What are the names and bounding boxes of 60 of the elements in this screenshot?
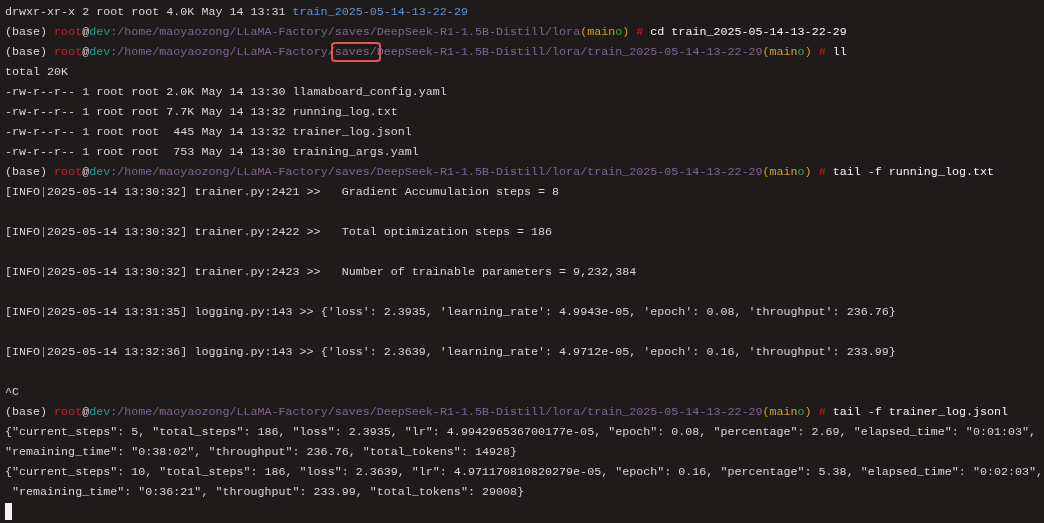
command-text: ll [832,45,847,59]
branch-status-mark: o [797,165,805,179]
output-line: total 20K [5,65,69,79]
output-line: [INFO|2025-05-14 13:30:32] trainer.py:2423 >> Number of trainable parameters = 9,232,384 [5,265,637,279]
output-line: drwxr-xr-x 2 root root 4.0K May 14 13:31 train_2025-05-14-13-22-29 [5,5,468,19]
branch-name: main [587,25,616,39]
path-text: :/home/maoyaozong/LLaMA-Factory/saves/DeepSeek-R1-1.5B-Distill/lora/train_2025-05-14-13-22-29 [110,405,763,419]
bracket-text: ) [804,45,812,59]
branch-status-mark: o [615,25,623,39]
env-label: (base) [5,45,48,59]
host-name: dev [89,25,111,39]
host-name: dev [89,165,111,179]
bracket-text: ( [762,165,770,179]
output-line: [INFO|2025-05-14 13:31:35] logging.py:143 >> {'loss': 2.3935, 'learning_rate': 4.9943e-05, 'epoch': 0.08, 'throughput': 236.76} [5,305,896,319]
output-line: ^C [5,385,20,399]
prompt-symbol: # [818,45,826,59]
user-name: root [54,45,83,59]
command-text: tail -f running_log.txt [832,165,994,179]
path-text: :/home/maoyaozong/LLaMA-Factory/saves/DeepSeek-R1-1.5B-Distill/lora/train_2025-05-14-13-22-29 [110,165,763,179]
branch-status-mark: o [797,405,805,419]
bracket-text: ) [804,405,812,419]
output-line: -rw-r--r-- 1 root root 2.0K May 14 13:30 llamaboard_config.yaml [5,85,447,99]
host-name: dev [89,45,111,59]
prompt-symbol: # [636,25,644,39]
branch-name: main [769,165,798,179]
at-sign: @ [82,405,90,419]
output-line: -rw-r--r-- 1 root root 445 May 14 13:32 trainer_log.jsonl [5,125,412,139]
env-label: (base) [5,165,48,179]
env-label: (base) [5,25,48,39]
command-text: tail -f trainer_log.jsonl [832,405,1008,419]
bracket-text: ) [804,165,812,179]
host-name: dev [89,405,111,419]
bracket-text: ( [580,25,588,39]
output-line: -rw-r--r-- 1 root root 753 May 14 13:30 training_args.yaml [5,145,419,159]
output-line: "remaining_time": "0:36:21", "throughput": 233.99, "total_tokens": 29008} [11,485,524,499]
at-sign: @ [82,45,90,59]
prompt-symbol: # [818,165,826,179]
branch-status-mark: o [797,45,805,59]
bracket-text: ( [762,405,770,419]
env-label: (base) [5,405,48,419]
branch-name: main [769,405,798,419]
path-text: :/home/maoyaozong/LLaMA-Factory/saves/DeepSeek-R1-1.5B-Distill/lora [110,25,581,39]
text-cursor [5,503,12,520]
output-line: -rw-r--r-- 1 root root 7.7K May 14 13:32 running_log.txt [5,105,398,119]
output-line: [INFO|2025-05-14 13:30:32] trainer.py:2421 >> Gradient Accumulation steps = 8 [5,185,560,199]
branch-name: main [769,45,798,59]
user-name: root [54,405,83,419]
output-line: {"current_steps": 5, "total_steps": 186, "loss": 2.3935, "lr": 4.994296536700177e-05, "epoch": 0.08, "percentage": 2.69, "elapsed_time": "0:01:03", [5,425,1036,439]
prompt-symbol: # [818,405,826,419]
output-line: {"current_steps": 10, "total_steps": 186, "loss": 2.3639, "lr": 4.971170810820279e-05, "epoch": 0.16, "percentage": 5.38, "elapsed_time": "0:02:03", [5,465,1044,479]
bracket-text: ) [622,25,630,39]
output-line: "remaining_time": "0:38:02", "throughput": 236.76, "total_tokens": 14928} [5,445,517,459]
user-name: root [54,25,83,39]
command-text: cd train_2025-05-14-13-22-29 [650,25,847,39]
output-line: [INFO|2025-05-14 13:32:36] logging.py:143 >> {'loss': 2.3639, 'learning_rate': 4.9712e-05, 'epoch': 0.16, 'throughput': 233.99} [5,345,896,359]
output-line: [INFO|2025-05-14 13:30:32] trainer.py:2422 >> Total optimization steps = 186 [5,225,553,239]
user-name: root [54,165,83,179]
at-sign: @ [82,25,90,39]
bracket-text: ( [762,45,770,59]
at-sign: @ [82,165,90,179]
